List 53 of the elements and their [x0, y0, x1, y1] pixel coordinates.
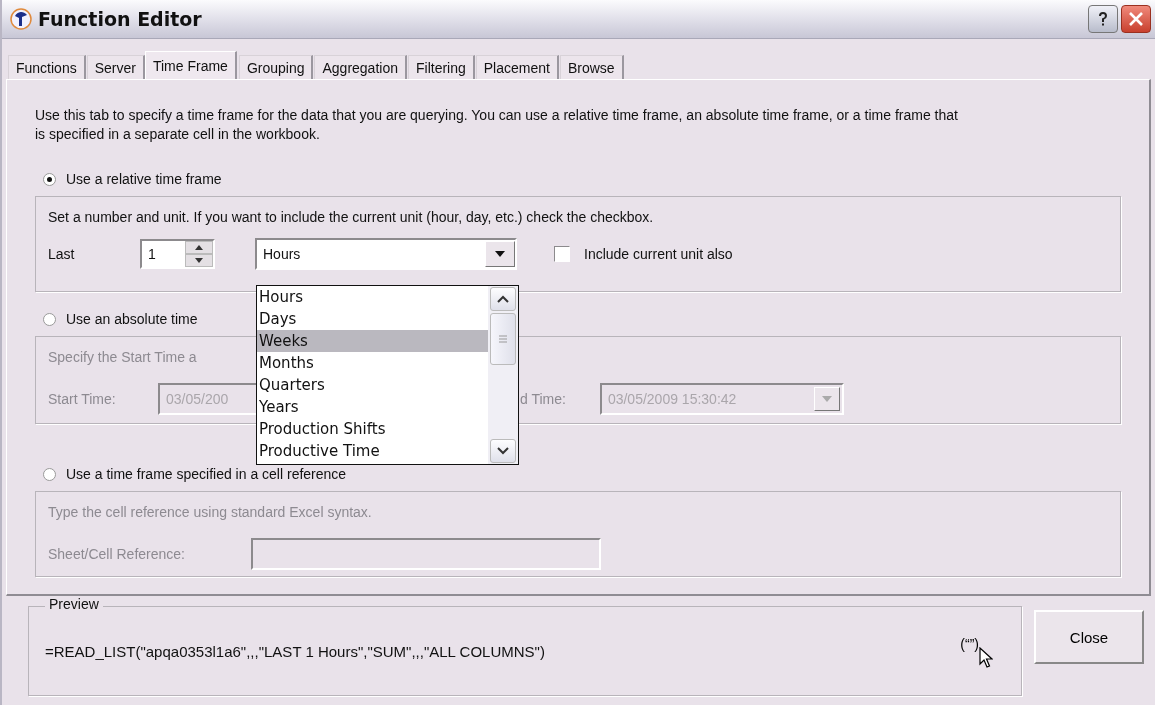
- hint-text: Specify the Start Time a: [48, 348, 197, 367]
- list-item[interactable]: Hours: [257, 286, 488, 308]
- radio-label: Use an absolute time: [66, 311, 198, 327]
- preview-title: Preview: [45, 596, 103, 612]
- tab[interactable]: Filtering: [408, 55, 475, 79]
- down-arrow-icon: [195, 258, 203, 263]
- tab[interactable]: Functions: [8, 55, 86, 79]
- radio-label: Use a time frame specified in a cell reference: [66, 466, 347, 482]
- list-item[interactable]: Production Shifts: [257, 418, 488, 440]
- caret-icon: [821, 396, 832, 402]
- radio-button[interactable]: [43, 467, 56, 481]
- cursor-icon: [979, 647, 993, 669]
- description-text: Use this tab to specify a time frame for the data that you are querying. You can use a relative time frame, an absolute time frame, or a time frame that is specified in a separate cell in the workbook.: [35, 106, 959, 144]
- quote-button[interactable]: (“”): [960, 636, 979, 652]
- close-icon: [1128, 11, 1144, 27]
- last-label: Last: [48, 246, 76, 262]
- end-time-label: d Time:: [520, 391, 566, 407]
- tab[interactable]: Grouping: [238, 55, 314, 79]
- formula-text: =READ_LIST("apqa0353l1a6",,,"LAST 1 Hours","SUM",,,"ALL COLUMNS"): [45, 642, 546, 660]
- list-item[interactable]: Months: [257, 352, 488, 374]
- app-icon: [10, 8, 32, 30]
- help-icon: [1096, 11, 1110, 27]
- radio-label: Use a relative time frame: [66, 171, 222, 187]
- window-title: Function Editor: [38, 8, 202, 30]
- caret-icon: [495, 251, 505, 257]
- list-item[interactable]: Weeks: [257, 330, 488, 352]
- up-arrow-icon: [195, 245, 203, 250]
- scrollbar[interactable]: [488, 286, 518, 464]
- unit-dropdown[interactable]: Hours: [255, 238, 517, 270]
- checkbox[interactable]: [554, 246, 570, 262]
- radio-button[interactable]: [43, 172, 56, 186]
- help-button[interactable]: [1088, 5, 1118, 33]
- hint-text: Set a number and unit. If you want to include the current unit (hour, day, etc.) check the checkbox.: [48, 208, 654, 227]
- start-time-label: Start Time:: [48, 391, 117, 407]
- radio-button[interactable]: [43, 312, 56, 326]
- close-button[interactable]: [1121, 5, 1151, 33]
- hint-text: Type the cell reference using standard Excel syntax.: [48, 503, 372, 522]
- tab[interactable]: Browse: [559, 55, 624, 79]
- list-item[interactable]: Productive Time: [257, 440, 488, 462]
- list-item[interactable]: Days: [257, 308, 488, 330]
- tab[interactable]: Server: [86, 55, 145, 79]
- checkbox-label: Include current unit also: [584, 246, 733, 262]
- tab[interactable]: Aggregation: [314, 55, 407, 79]
- scroll-down-icon: [497, 447, 509, 455]
- tab[interactable]: Placement: [475, 55, 559, 79]
- scroll-up-icon: [497, 295, 509, 303]
- cell-reference-label: Sheet/Cell Reference:: [48, 546, 186, 562]
- list-item[interactable]: Years: [257, 396, 488, 418]
- close-dialog-button[interactable]: Close: [1034, 610, 1144, 664]
- tab[interactable]: Time Frame: [144, 51, 237, 79]
- list-item[interactable]: Quarters: [257, 374, 488, 396]
- number-spinner[interactable]: 1: [140, 239, 215, 269]
- grip-icon: [498, 335, 508, 343]
